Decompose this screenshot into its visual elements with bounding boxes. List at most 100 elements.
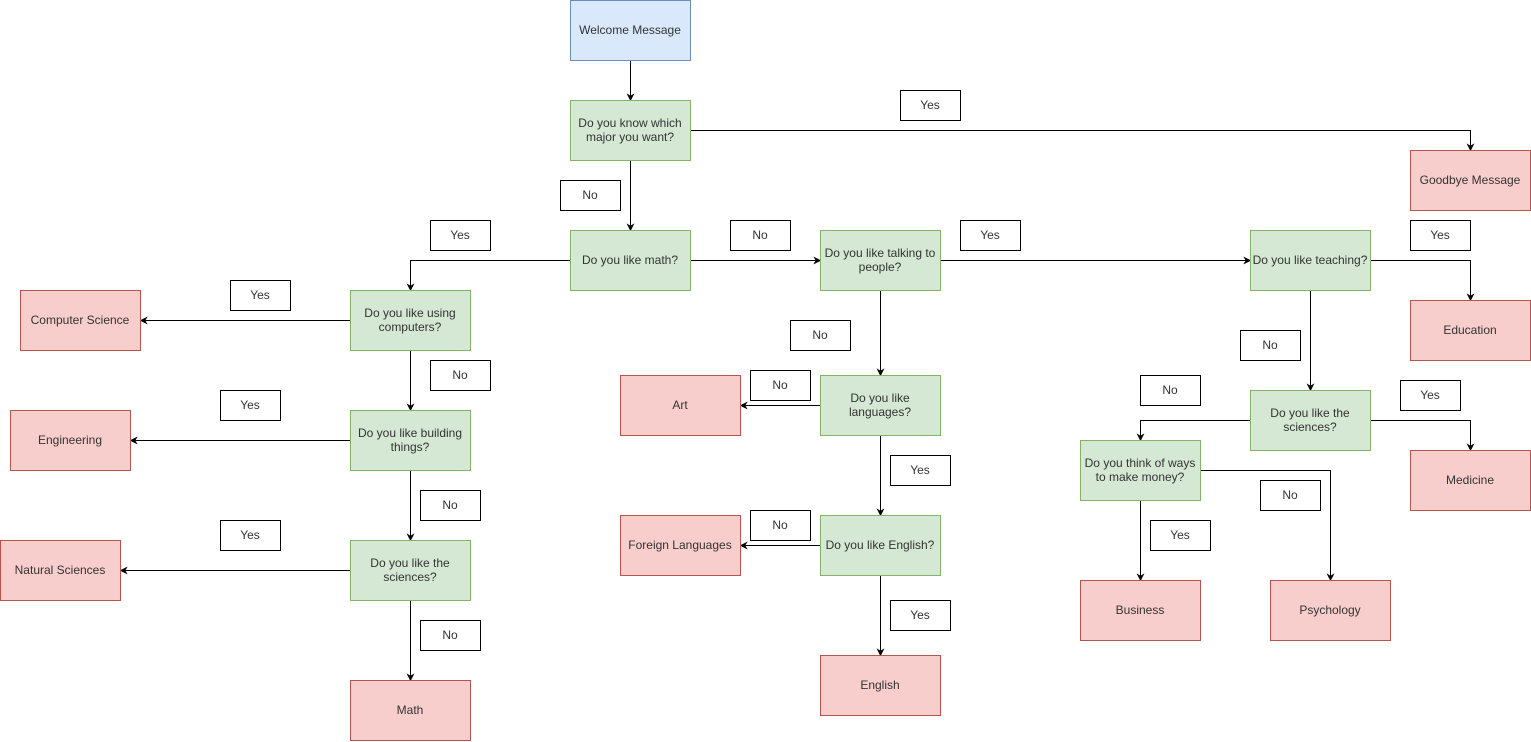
node-english[interactable]: English <box>820 655 941 716</box>
node-like-teaching[interactable]: Do you like teaching? <box>1250 230 1371 291</box>
node-text: people? <box>859 260 902 274</box>
node-like-english[interactable]: Do you like English? <box>820 515 941 576</box>
node-text: Do you think of ways <box>1085 456 1196 470</box>
node-business[interactable]: Business <box>1080 580 1201 641</box>
edge-label-yes: Yes <box>1410 220 1471 251</box>
edge-label-text: Yes <box>250 288 270 302</box>
node-text: Welcome Message <box>579 23 681 37</box>
node-like-sciences-right[interactable]: Do you like thesciences? <box>1250 390 1371 451</box>
node-psychology[interactable]: Psychology <box>1270 580 1391 641</box>
edge-label-yes: Yes <box>220 520 281 551</box>
node-like-talking[interactable]: Do you like talking topeople? <box>820 230 941 291</box>
edge-label-no: No <box>430 360 491 391</box>
edge-label-no: No <box>750 370 811 401</box>
node-text: sciences? <box>1283 420 1337 434</box>
node-text: Do you like math? <box>582 253 678 267</box>
edge-label-yes: Yes <box>430 220 491 251</box>
edge-label-text: Yes <box>920 98 940 112</box>
edge-label-text: Yes <box>910 463 930 477</box>
edge-label-yes: Yes <box>1150 520 1211 551</box>
node-text: sciences? <box>383 570 437 584</box>
node-text: Art <box>672 398 688 412</box>
edge-label-text: No <box>1262 338 1278 352</box>
edge-label-text: No <box>442 498 458 512</box>
node-text: Medicine <box>1446 473 1494 487</box>
node-text: computers? <box>379 320 442 334</box>
edge-label-text: Yes <box>910 608 930 622</box>
edge-label-text: Yes <box>1420 388 1440 402</box>
node-text: to make money? <box>1096 470 1185 484</box>
node-know-major[interactable]: Do you know whichmajor you want? <box>570 100 691 161</box>
edge-label-yes: Yes <box>890 600 951 631</box>
edge-label-yes: Yes <box>1400 380 1461 411</box>
edge-label-no: No <box>1260 480 1321 511</box>
edge-label-yes: Yes <box>960 220 1021 251</box>
edge-label-text: Yes <box>980 228 1000 242</box>
node-text: Business <box>1116 603 1165 617</box>
edge-label-no: No <box>560 180 621 211</box>
node-text: Math <box>397 703 424 717</box>
edge-know-major-to-goodbye <box>690 130 1475 152</box>
node-text: Natural Sciences <box>15 563 106 577</box>
node-text: Foreign Languages <box>628 538 731 552</box>
node-engineering[interactable]: Engineering <box>10 410 131 471</box>
node-like-computers[interactable]: Do you like usingcomputers? <box>350 290 471 351</box>
edge-label-text: No <box>752 228 768 242</box>
node-text: Engineering <box>38 433 102 447</box>
node-medicine[interactable]: Medicine <box>1410 450 1531 511</box>
edge-label-text: Yes <box>1170 528 1190 542</box>
edge-label-no: No <box>1140 375 1201 406</box>
node-text: Do you like <box>850 391 910 405</box>
node-text: Do you like English? <box>826 538 935 552</box>
edge-label-text: Yes <box>240 528 260 542</box>
node-text: major you want? <box>586 130 674 144</box>
edge-label-text: No <box>772 378 788 392</box>
edge-label-yes: Yes <box>220 390 281 421</box>
edge-label-yes: Yes <box>900 90 961 121</box>
node-text: Do you like building <box>358 426 462 440</box>
edge-label-no: No <box>750 510 811 541</box>
edge-label-text: No <box>812 328 828 342</box>
node-math[interactable]: Math <box>350 680 471 741</box>
edge-label-text: No <box>772 518 788 532</box>
edge-like-sciences-right-to-medicine <box>1370 420 1475 452</box>
edge-label-no: No <box>730 220 791 251</box>
flowchart-canvas: Welcome Message Do you know whichmajor yo… <box>0 0 1531 741</box>
node-text: Psychology <box>1299 603 1360 617</box>
node-like-sciences-left[interactable]: Do you like thesciences? <box>350 540 471 601</box>
node-text: Do you know which <box>578 116 681 130</box>
node-like-math[interactable]: Do you like math? <box>570 230 691 291</box>
edge-label-text: No <box>452 368 468 382</box>
node-goodbye[interactable]: Goodbye Message <box>1410 150 1531 211</box>
edge-label-text: Yes <box>1430 228 1450 242</box>
edge-label-text: Yes <box>450 228 470 242</box>
edge-label-text: No <box>582 188 598 202</box>
node-foreign-languages[interactable]: Foreign Languages <box>620 515 741 576</box>
node-education[interactable]: Education <box>1410 300 1531 361</box>
edge-label-no: No <box>1240 330 1301 361</box>
edge-label-no: No <box>790 320 851 351</box>
edge-like-sciences-right-to-make-money <box>1136 420 1251 442</box>
edge-label-no: No <box>420 490 481 521</box>
node-like-languages[interactable]: Do you likelanguages? <box>820 375 941 436</box>
node-text: English <box>860 678 899 692</box>
node-text: things? <box>391 440 430 454</box>
node-natural-sciences[interactable]: Natural Sciences <box>0 540 121 601</box>
node-text: Goodbye Message <box>1420 173 1521 187</box>
node-text: Education <box>1443 323 1496 337</box>
node-text: Do you like the <box>1270 406 1350 420</box>
node-welcome[interactable]: Welcome Message <box>570 0 691 61</box>
node-text: Computer Science <box>31 313 130 327</box>
node-text: Do you like the <box>370 556 450 570</box>
edge-label-text: No <box>1162 383 1178 397</box>
node-text: Do you like talking to <box>825 246 936 260</box>
edge-label-yes: Yes <box>890 455 951 486</box>
node-make-money[interactable]: Do you think of waysto make money? <box>1080 440 1201 501</box>
edge-label-text: Yes <box>240 398 260 412</box>
node-text: languages? <box>849 405 911 419</box>
node-like-building[interactable]: Do you like buildingthings? <box>350 410 471 471</box>
node-computer-science[interactable]: Computer Science <box>20 290 141 351</box>
node-art[interactable]: Art <box>620 375 741 436</box>
edge-label-no: No <box>420 620 481 651</box>
node-text: Do you like using <box>364 306 455 320</box>
